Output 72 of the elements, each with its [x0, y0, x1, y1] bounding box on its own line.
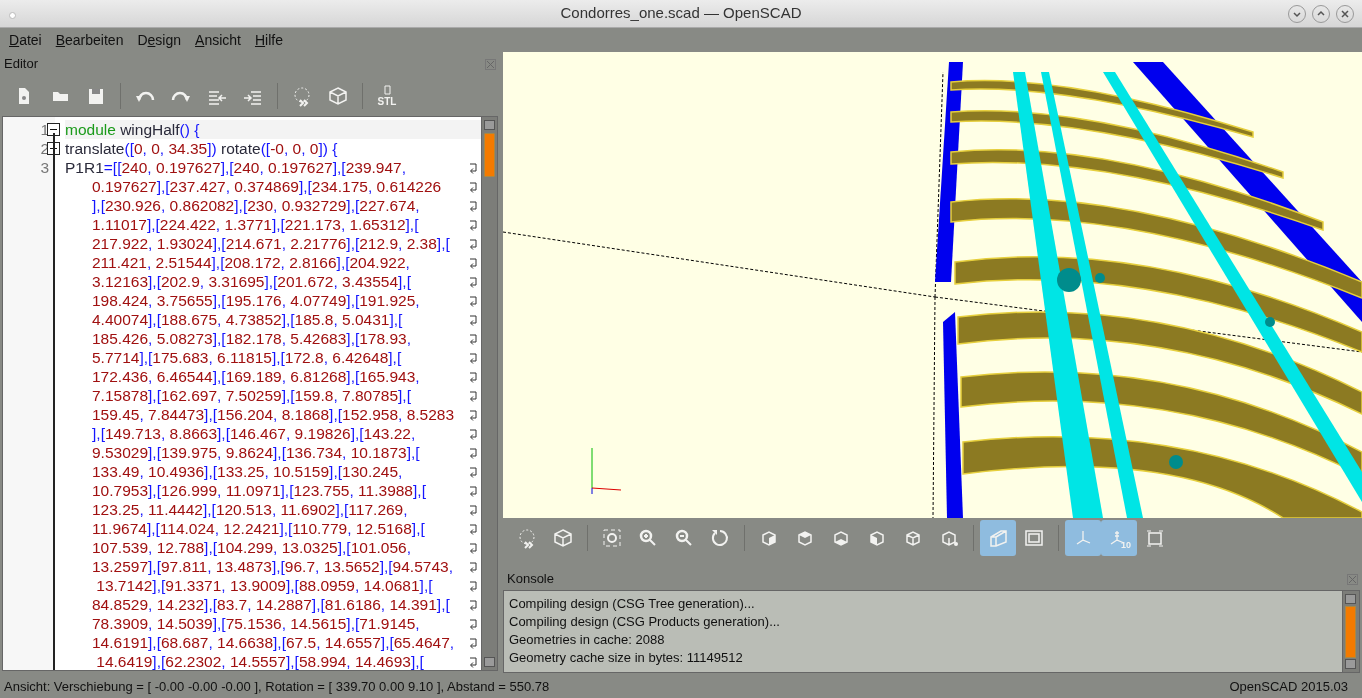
- fold-marker-icon[interactable]: [47, 123, 60, 136]
- code-line: 13.2597],[97.811, 13.4873],[96.7, 13.5652],[94.5743,: [92, 557, 453, 576]
- code-line: 172.436, 6.46544],[169.189, 6.81268],[165.943,: [92, 367, 420, 386]
- menu-item[interactable]: Design: [132, 29, 187, 51]
- code-line: 123.25, 11.4442],[120.513, 11.6902],[117.269,: [92, 500, 408, 519]
- perspective-button[interactable]: [980, 520, 1016, 556]
- close-icon[interactable]: [1347, 573, 1358, 585]
- code-line: 0.197627],[237.427, 0.374869],[234.175, 0.614226: [92, 177, 442, 196]
- console-line: Geometries in cache: 2088: [509, 631, 666, 649]
- code-line: 185.426, 5.08273],[182.178, 5.42683],[178.93,: [92, 329, 411, 348]
- code-line: 10.7953],[126.999, 11.0971],[123.755, 11.3988],[: [92, 481, 426, 500]
- status-text: Ansicht: Verschiebung = [ -0.00 -0.00 -0.00 ], Rotation = [ 339.70 0.00 9.10 ], Abstand = 550.78: [4, 678, 550, 697]
- dashed-cube-arrows-icon: [516, 527, 538, 549]
- close-icon[interactable]: [485, 58, 496, 70]
- document-icon: [383, 85, 391, 95]
- console-line: Geometry cache size in bytes: 11149512: [509, 649, 744, 667]
- console-line: Compiling design (CSG Tree generation)...: [509, 595, 756, 613]
- code-line: 13.7142],[91.3371, 13.9009],[88.0959, 14.0681],[: [95, 576, 433, 595]
- scrollbar[interactable]: [1342, 591, 1359, 672]
- code-line: 198.424, 3.75655],[195.176, 4.07749],[191.925,: [92, 291, 420, 310]
- line-number: 3: [40, 158, 49, 177]
- code-line: 3.12163],[202.9, 3.31695],[201.672, 3.43554],[: [92, 272, 411, 291]
- scroll-down-button[interactable]: [484, 657, 495, 667]
- reset-view-icon: [709, 527, 731, 549]
- code-line: 133.49, 10.4936],[133.25, 10.5159],[130.245,: [92, 462, 403, 481]
- orthogonal-box-icon: [1023, 527, 1045, 549]
- scroll-up-button[interactable]: [1345, 594, 1356, 604]
- perspective-box-icon: [987, 527, 1009, 549]
- scrollbar[interactable]: [481, 117, 497, 670]
- code-line: 78.3909, 14.5039],[75.1536, 14.5615],[71.9145,: [92, 614, 420, 633]
- code-line: 159.45, 7.84473],[156.204, 8.1868],[152.958, 8.5283: [92, 405, 455, 424]
- code-editor[interactable]: [2, 116, 498, 671]
- axes-indicator-icon: [591, 447, 622, 495]
- code-line: 7.15878],[162.697, 7.50259],[159.8, 7.80785],[: [92, 386, 411, 405]
- code-line: ],[149.713, 8.8663],[146.467, 9.19826],[143.22,: [92, 424, 416, 443]
- scrollbar-thumb[interactable]: [1345, 606, 1356, 658]
- code-line: 107.539, 12.788],[104.299, 13.0325],[101.056,: [92, 538, 411, 557]
- code-line: 1.11017],[224.422, 1.3771],[221.173, 1.65312],[: [92, 215, 419, 234]
- code-line: 211.421, 2.51544],[208.172, 2.8166],[204.922,: [92, 253, 410, 272]
- menu-item[interactable]: Datei: [4, 29, 47, 51]
- code-line: 5.7714],[175.683, 6.11815],[172.8, 6.42648],[: [92, 348, 402, 367]
- panel-title: Konsole: [507, 570, 554, 589]
- code-line: ],[230.926, 0.862082],[230, 0.932729],[227.674,: [92, 196, 420, 215]
- dashed-cube-arrows-icon: [291, 85, 313, 107]
- menu-item[interactable]: Ansicht: [190, 29, 246, 51]
- code-line: 4.40074],[188.675, 4.73852],[185.8, 5.0431],[: [92, 310, 403, 329]
- code-line: P1R1=[[240, 0.197627],[240, 0.197627],[239.947,: [65, 158, 406, 177]
- folder-icon: [52, 91, 68, 101]
- cube-icon: [552, 527, 574, 549]
- scroll-down-button[interactable]: [1345, 659, 1356, 669]
- code-line: 14.6191],[68.687, 14.6638],[67.5, 14.6557],[65.4647,: [92, 633, 455, 652]
- chevron-down-icon: [1292, 9, 1302, 19]
- version-text: OpenSCAD 2015.03: [1229, 678, 1348, 697]
- square-edges-icon: [1144, 527, 1166, 549]
- line-number: 1: [40, 120, 49, 139]
- export-button[interactable]: STL: [369, 78, 405, 114]
- menu-item[interactable]: Bearbeiten: [50, 29, 129, 51]
- code-line: 84.8529, 14.232],[83.7, 14.2887],[81.6186, 14.391],[: [92, 595, 450, 614]
- zoom-fit-icon: [601, 527, 623, 549]
- cube-icon: [327, 85, 349, 107]
- window-title: Condorres_one.scad — OpenSCAD: [560, 3, 802, 24]
- code-line: 11.9674],[114.024, 12.2421],[110.779, 12.5168],[: [92, 519, 425, 538]
- code-line: 14.6419],[62.2302, 14.5557],[58.994, 14.4693],[: [95, 652, 424, 670]
- code-line: 217.922, 1.93024],[214.671, 2.21776],[212.9, 2.38],[: [92, 234, 450, 253]
- menu-item[interactable]: Hilfe: [249, 29, 288, 51]
- code-line: 9.53029],[139.975, 9.8624],[136.734, 10.1873],[: [92, 443, 420, 462]
- console-line: Compiling design (CSG Products generation)...: [509, 613, 781, 631]
- scrollbar-thumb[interactable]: [484, 133, 495, 177]
- close-icon: [1340, 9, 1350, 19]
- scroll-up-button[interactable]: [484, 120, 495, 130]
- code-line: translate([0, 0, 34.35]) rotate([-0, 0, 0]) {: [65, 139, 338, 158]
- panel-title: Editor: [4, 55, 38, 74]
